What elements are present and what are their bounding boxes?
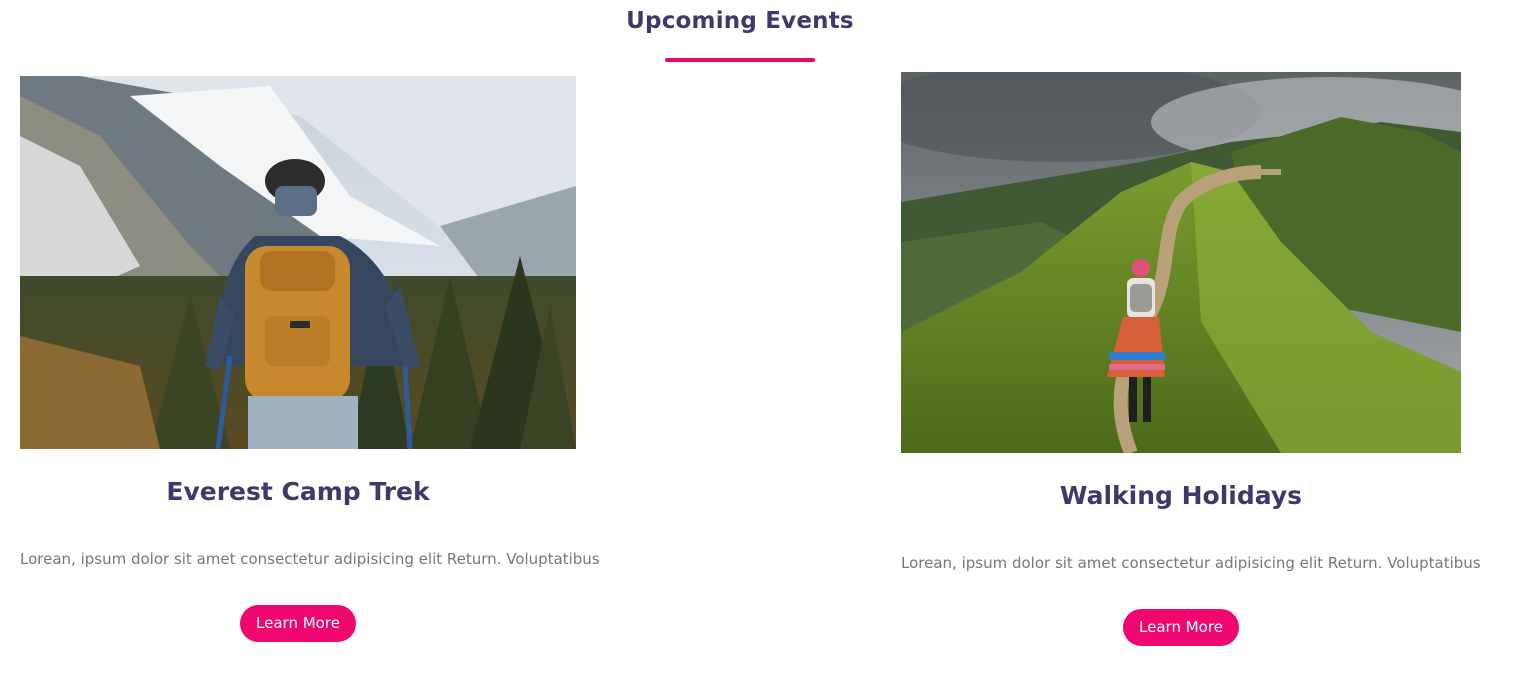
- event-image-walking: [901, 72, 1461, 453]
- learn-more-button[interactable]: Learn More: [240, 605, 356, 642]
- event-description: Lorean, ipsum dolor sit amet consectetur…: [20, 550, 600, 568]
- event-description: Lorean, ipsum dolor sit amet consectetur…: [901, 554, 1481, 572]
- event-image-everest: [20, 76, 576, 449]
- learn-more-button[interactable]: Learn More: [1123, 609, 1239, 646]
- event-card-walking: Walking Holidays Lorean, ipsum dolor sit…: [901, 72, 1481, 646]
- section-title: Upcoming Events: [626, 8, 854, 34]
- event-title: Everest Camp Trek: [166, 477, 430, 506]
- event-card-everest: Everest Camp Trek Lorean, ipsum dolor si…: [20, 76, 600, 642]
- title-underline: [665, 58, 815, 62]
- event-title: Walking Holidays: [1059, 481, 1303, 510]
